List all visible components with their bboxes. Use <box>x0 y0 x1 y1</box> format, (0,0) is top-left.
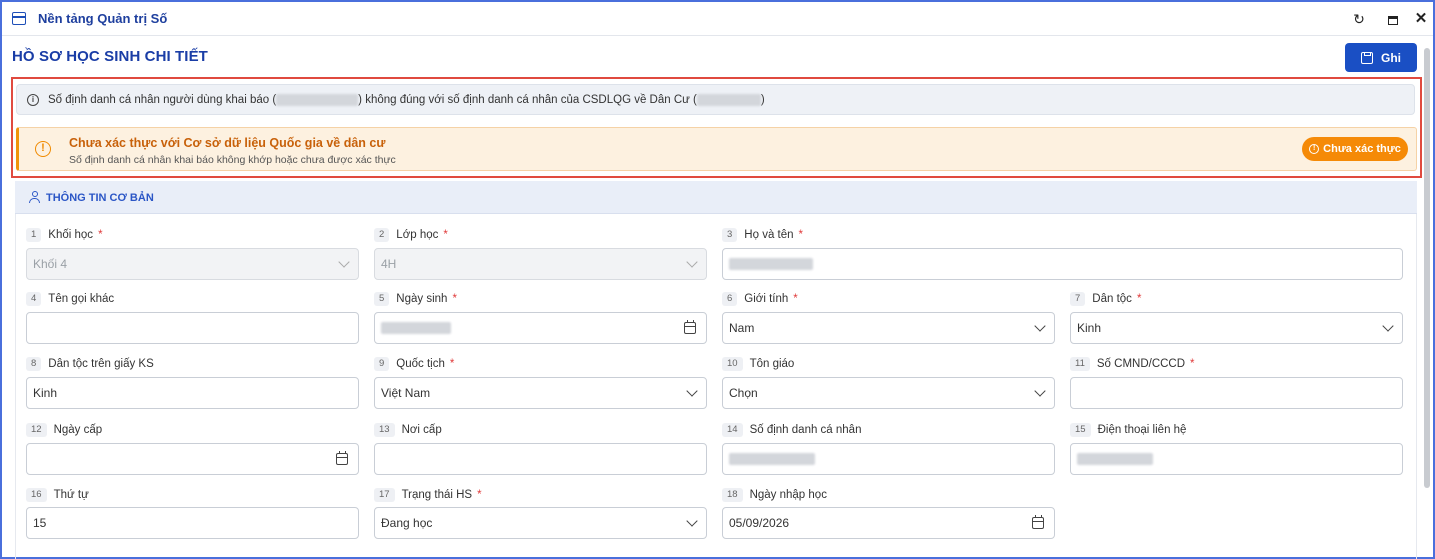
student-status-value: Đang học <box>381 516 433 530</box>
calendar-icon[interactable] <box>684 320 696 334</box>
field-label-ngay-cap: 12 Ngày cấp <box>26 423 102 437</box>
window-icon <box>12 12 26 25</box>
ethnicity-value: Kinh <box>1077 321 1102 335</box>
info-icon: i <box>27 94 39 106</box>
chevron-down-icon <box>686 515 698 527</box>
field-label-ten-goi-khac: 4 Tên gọi khác <box>26 292 114 306</box>
grade-select[interactable]: Khối 4 <box>26 248 359 280</box>
birth-date-field[interactable] <box>374 312 707 344</box>
field-label-lop-hoc: 2 Lớp học * <box>374 228 448 242</box>
issue-date-field[interactable] <box>26 443 359 475</box>
section-title: THÔNG TIN CƠ BẢN <box>46 192 154 204</box>
maximize-icon[interactable] <box>1384 10 1402 28</box>
redacted-full-name <box>729 258 813 270</box>
field-label-ton-giao: 10 Tôn giáo <box>722 357 794 371</box>
field-label-trang-thai: 17 Trạng thái HS * <box>374 488 482 502</box>
birth-cert-ethnicity-field[interactable]: Kinh <box>26 377 359 409</box>
vertical-scrollbar[interactable] <box>1421 38 1433 559</box>
redacted-birth-date <box>381 322 451 334</box>
id-card-field[interactable] <box>1070 377 1403 409</box>
field-label-ho-ten: 3 Họ và tên * <box>722 228 803 242</box>
personal-id-field[interactable] <box>722 443 1055 475</box>
ethnicity-select[interactable]: Kinh <box>1070 312 1403 344</box>
field-label-gioi-tinh: 6 Giới tính * <box>722 292 798 306</box>
save-button-label: Ghi <box>1381 50 1401 65</box>
warning-banner: ! Chưa xác thực với Cơ sở dữ liệu Quốc g… <box>16 127 1417 171</box>
verification-status-badge[interactable]: ! Chưa xác thực <box>1302 137 1408 161</box>
field-label-quoc-tich: 9 Quốc tịch * <box>374 357 454 371</box>
close-icon[interactable]: ✕ <box>1412 10 1430 28</box>
class-value: 4H <box>381 257 397 271</box>
save-button[interactable]: Ghi <box>1345 43 1417 72</box>
chevron-down-icon <box>686 385 698 397</box>
field-label-so-dinh-danh: 14 Số định danh cá nhân <box>722 423 861 437</box>
field-label-dien-thoai: 15 Điện thoại liên hệ <box>1070 423 1186 437</box>
issue-place-field[interactable] <box>374 443 707 475</box>
title-bar: Nền tảng Quản trị Số ↻ ✕ <box>2 2 1433 36</box>
alert-icon: ! <box>1309 144 1320 154</box>
app-window: Nền tảng Quản trị Số ↻ ✕ HỒ SƠ HỌC SINH … <box>0 0 1435 559</box>
redacted-phone <box>1077 453 1153 465</box>
user-icon <box>29 191 40 203</box>
window-title: Nền tảng Quản trị Số <box>38 11 168 26</box>
info-text-part3: ) <box>760 94 765 107</box>
field-label-noi-cap: 13 Nơi cấp <box>374 423 442 437</box>
chevron-down-icon <box>338 256 350 268</box>
enrollment-date-value: 05/09/2026 <box>729 516 790 530</box>
field-label-cmnd: 11 Số CMND/CCCD * <box>1070 357 1195 371</box>
section-header: THÔNG TIN CƠ BẢN <box>15 181 1417 214</box>
full-name-field[interactable] <box>722 248 1403 280</box>
gender-value: Nam <box>729 321 755 335</box>
calendar-icon[interactable] <box>1032 515 1044 529</box>
info-text-part1: Số định danh cá nhân người dùng khai báo… <box>48 94 277 107</box>
warning-icon: ! <box>35 141 51 157</box>
scrollbar-thumb[interactable] <box>1424 48 1430 488</box>
info-bar: i Số định danh cá nhân người dùng khai b… <box>16 84 1415 115</box>
birth-cert-ethnicity-value: Kinh <box>33 386 58 400</box>
alias-field[interactable] <box>26 312 359 344</box>
field-label-ngay-sinh: 5 Ngày sinh * <box>374 292 457 306</box>
phone-field[interactable] <box>1070 443 1403 475</box>
enrollment-date-field[interactable]: 05/09/2026 <box>722 507 1055 539</box>
warning-title: Chưa xác thực với Cơ sở dữ liệu Quốc gia… <box>69 136 386 150</box>
grade-value: Khối 4 <box>33 257 68 271</box>
save-icon <box>1361 51 1373 64</box>
redacted-personal-id <box>729 453 815 465</box>
info-text: Số định danh cá nhân người dùng khai báo… <box>48 94 765 106</box>
nationality-value: Việt Nam <box>381 386 431 400</box>
chevron-down-icon <box>1382 320 1394 332</box>
class-select[interactable]: 4H <box>374 248 707 280</box>
order-field[interactable]: 15 <box>26 507 359 539</box>
page-title: HỒ SƠ HỌC SINH CHI TIẾT <box>12 48 208 65</box>
redacted-id-csdl <box>696 94 761 106</box>
chevron-down-icon <box>686 256 698 268</box>
field-label-dan-toc: 7 Dân tộc * <box>1070 292 1141 306</box>
field-label-ngay-nhap-hoc: 18 Ngày nhập học <box>722 488 827 502</box>
chevron-down-icon <box>1034 320 1046 332</box>
redacted-id-declared <box>276 94 359 106</box>
field-label-thu-tu: 16 Thứ tự <box>26 488 89 502</box>
field-label-khoi-hoc: 1 Khối học * <box>26 228 103 242</box>
student-status-select[interactable]: Đang học <box>374 507 707 539</box>
religion-value: Chọn <box>729 386 758 400</box>
refresh-icon[interactable]: ↻ <box>1350 10 1368 28</box>
chevron-down-icon <box>1034 385 1046 397</box>
order-value: 15 <box>33 516 47 530</box>
warning-subtitle: Số định danh cá nhân khai báo không khớp… <box>69 154 396 166</box>
nationality-select[interactable]: Việt Nam <box>374 377 707 409</box>
calendar-icon[interactable] <box>336 451 348 465</box>
field-label-dan-toc-ks: 8 Dân tộc trên giấy KS <box>26 357 154 371</box>
info-text-part2: ) không đúng với số định danh cá nhân củ… <box>358 94 697 107</box>
religion-select[interactable]: Chọn <box>722 377 1055 409</box>
gender-select[interactable]: Nam <box>722 312 1055 344</box>
status-label: Chưa xác thực <box>1323 143 1401 155</box>
